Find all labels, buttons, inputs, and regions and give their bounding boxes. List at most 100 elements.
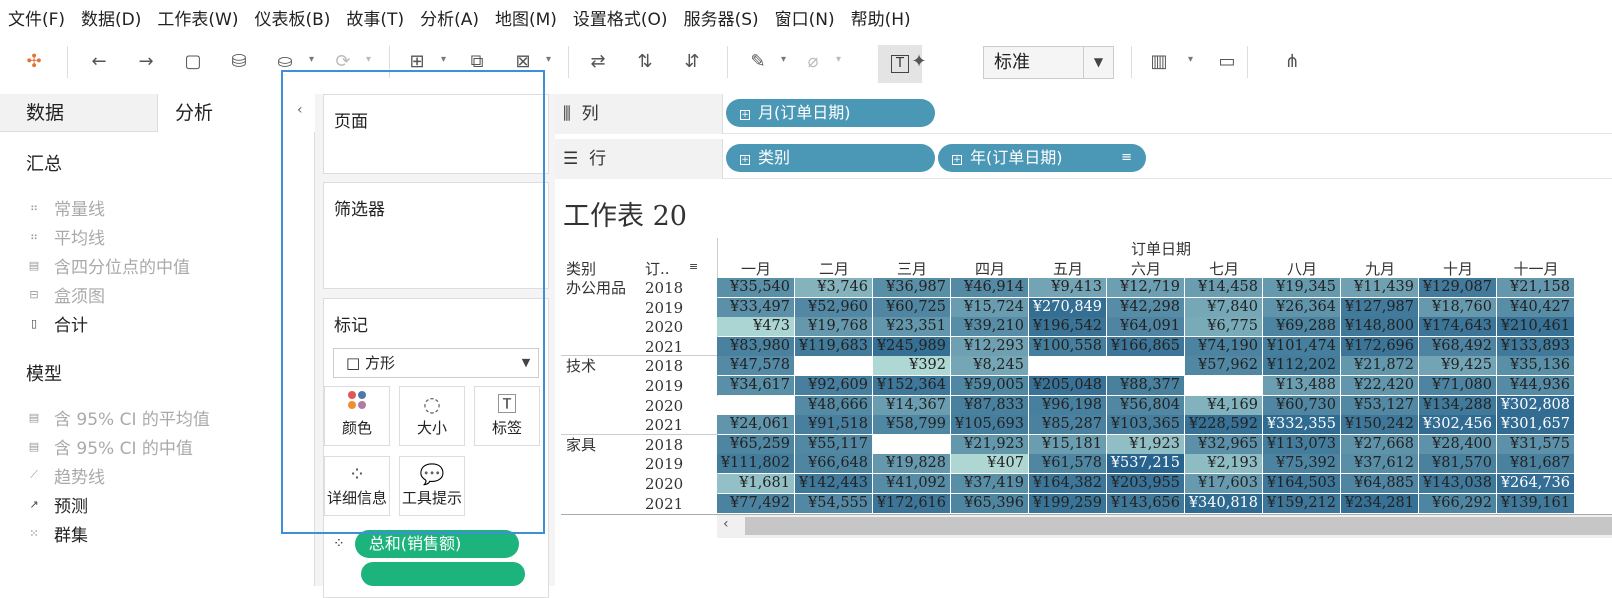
sort-icon[interactable]: ≡ [689, 260, 698, 273]
tab-analysis[interactable]: 分析 [157, 94, 315, 132]
heatmap-cell[interactable]: ¥19,768 [795, 317, 872, 337]
heatmap-cell[interactable]: ¥174,643 [1419, 317, 1496, 337]
heatmap-cell[interactable]: ¥35,136 [1497, 356, 1574, 376]
average-ci-item[interactable]: ▤ 含 95% CI 的平均值 [26, 405, 210, 430]
heatmap-cell[interactable]: ¥105,693 [951, 415, 1028, 435]
heatmap-cell[interactable]: ¥28,400 [1419, 434, 1496, 454]
detail-button[interactable]: ⁘ 详细信息 [324, 456, 390, 516]
label-button[interactable]: 🅃 标签 [474, 386, 540, 446]
heatmap-cell[interactable]: ¥203,955 [1107, 474, 1184, 493]
heatmap-cell[interactable]: ¥48,666 [795, 395, 872, 415]
month-order-date-pill[interactable]: + 月(订单日期) [726, 99, 935, 127]
duplicate-sheet-icon[interactable]: ⧉ [464, 48, 490, 74]
menu-worksheet[interactable]: 工作表(W) [157, 5, 238, 30]
heatmap-cell[interactable]: ¥1,681 [717, 474, 794, 493]
heatmap-cell[interactable]: ¥32,965 [1185, 434, 1262, 454]
heatmap-cell[interactable]: ¥1,923 [1107, 434, 1184, 454]
color-button[interactable]: 颜色 [324, 386, 390, 446]
heatmap-cell[interactable]: ¥19,345 [1263, 278, 1340, 297]
heatmap-cell[interactable]: ¥8,245 [951, 356, 1028, 376]
heatmap-cell[interactable]: ¥9,425 [1419, 356, 1496, 376]
heatmap-cell[interactable]: ¥112,202 [1263, 356, 1340, 376]
pages-card[interactable]: 页面 [323, 94, 549, 174]
rows-shelf[interactable]: ☰ 行 + 类别 + 年(订单日期) ≡ [555, 139, 1612, 179]
pin-axes-icon[interactable]: ✦ [906, 48, 932, 74]
heatmap-cell[interactable]: ¥234,281 [1341, 493, 1418, 513]
heatmap-cell[interactable] [795, 356, 872, 376]
heatmap-cell[interactable]: ¥66,648 [795, 454, 872, 474]
undo-icon[interactable]: ← [86, 48, 112, 74]
tableau-logo-icon[interactable]: ✣ [21, 48, 47, 74]
heatmap-cell[interactable]: ¥172,696 [1341, 336, 1418, 356]
heatmap-cell[interactable]: ¥134,288 [1419, 395, 1496, 415]
heatmap-cell[interactable]: ¥101,474 [1263, 336, 1340, 356]
heatmap-cell[interactable]: ¥60,730 [1263, 395, 1340, 415]
heatmap-cell[interactable]: ¥164,503 [1263, 474, 1340, 493]
heatmap-cell[interactable]: ¥159,212 [1263, 493, 1340, 513]
heatmap-cell[interactable]: ¥87,833 [951, 395, 1028, 415]
heatmap-cell[interactable]: ¥199,259 [1029, 493, 1106, 513]
heatmap-cell[interactable]: ¥228,592 [1185, 415, 1262, 435]
heatmap-cell[interactable]: ¥65,396 [951, 493, 1028, 513]
menu-file[interactable]: 文件(F) [8, 5, 65, 30]
median-quartiles-item[interactable]: ▤ 含四分位点的中值 [26, 253, 190, 278]
heatmap-cell[interactable]: ¥13,488 [1263, 376, 1340, 395]
heatmap-cell[interactable]: ¥142,443 [795, 474, 872, 493]
forecast-item[interactable]: ↗ 预测 [26, 492, 88, 517]
heatmap-cell[interactable]: ¥21,923 [951, 434, 1028, 454]
refresh-icon[interactable]: ⟳ [330, 48, 356, 74]
heatmap-cell[interactable]: ¥96,198 [1029, 395, 1106, 415]
menu-window[interactable]: 窗口(N) [775, 5, 835, 30]
heatmap-cell[interactable]: ¥23,351 [873, 317, 950, 337]
heatmap-cell[interactable]: ¥6,775 [1185, 317, 1262, 337]
heatmap-cell[interactable]: ¥26,364 [1263, 297, 1340, 317]
heatmap-cell[interactable]: ¥133,893 [1497, 336, 1574, 356]
sales-sum-pill[interactable]: 总和(销售额) [354, 530, 519, 558]
heatmap-cell[interactable]: ¥15,724 [951, 297, 1028, 317]
menu-format[interactable]: 设置格式(O) [573, 5, 668, 30]
heatmap-cell[interactable] [1029, 356, 1106, 376]
show-cards-dropdown-icon[interactable]: ▾ [1188, 54, 1193, 65]
heatmap-cell[interactable]: ¥14,367 [873, 395, 950, 415]
heatmap-cell[interactable]: ¥205,048 [1029, 376, 1106, 395]
heatmap-cell[interactable]: ¥77,492 [717, 493, 794, 513]
heatmap-cell[interactable]: ¥54,555 [795, 493, 872, 513]
heatmap-cell[interactable]: ¥127,987 [1341, 297, 1418, 317]
heatmap-cell[interactable]: ¥44,936 [1497, 376, 1574, 395]
heatmap-cell[interactable] [1107, 356, 1184, 376]
horizontal-scrollbar[interactable]: ‹ [717, 514, 1612, 538]
highlight-icon[interactable]: ✎ [745, 48, 771, 74]
group-dropdown-icon[interactable]: ▾ [836, 54, 841, 65]
heatmap-cell[interactable]: ¥66,292 [1419, 493, 1496, 513]
heatmap-cell[interactable]: ¥74,190 [1185, 336, 1262, 356]
heatmap-cell[interactable]: ¥166,865 [1107, 336, 1184, 356]
heatmap-cell[interactable]: ¥245,989 [873, 336, 950, 356]
clear-sheet-dropdown-icon[interactable]: ▾ [546, 54, 551, 65]
heatmap-cell[interactable]: ¥47,578 [717, 356, 794, 376]
heatmap-cell[interactable]: ¥60,725 [873, 297, 950, 317]
heatmap-cell[interactable]: ¥129,087 [1419, 278, 1496, 297]
heatmap-cell[interactable]: ¥88,377 [1107, 376, 1184, 395]
heatmap-cell[interactable]: ¥100,558 [1029, 336, 1106, 356]
heatmap-cell[interactable]: ¥27,668 [1341, 434, 1418, 454]
heatmap-cell[interactable]: ¥150,242 [1341, 415, 1418, 435]
heatmap-cell[interactable]: ¥2,193 [1185, 454, 1262, 474]
clear-sheet-icon[interactable]: ⊠ [510, 48, 536, 74]
heatmap-cell[interactable]: ¥111,802 [717, 454, 794, 474]
highlight-dropdown-icon[interactable]: ▾ [781, 54, 786, 65]
heatmap-cell[interactable]: ¥172,616 [873, 493, 950, 513]
heatmap-cell[interactable]: ¥92,609 [795, 376, 872, 395]
refresh-dropdown-icon[interactable]: ▾ [366, 54, 371, 65]
heatmap-cell[interactable]: ¥41,092 [873, 474, 950, 493]
heatmap-cell[interactable]: ¥46,914 [951, 278, 1028, 297]
expand-icon[interactable]: + [740, 155, 750, 165]
sort-descending-icon[interactable]: ⇵ [679, 48, 705, 74]
heatmap-cell[interactable]: ¥148,800 [1341, 317, 1418, 337]
chevron-down-icon[interactable]: ▼ [1083, 47, 1113, 78]
heatmap-cell[interactable]: ¥59,005 [951, 376, 1028, 395]
heatmap-cell[interactable]: ¥56,804 [1107, 395, 1184, 415]
heatmap-cell[interactable]: ¥139,161 [1497, 493, 1574, 513]
heatmap-cell[interactable]: ¥113,073 [1263, 434, 1340, 454]
heatmap-cell[interactable]: ¥152,364 [873, 376, 950, 395]
menu-help[interactable]: 帮助(H) [851, 5, 911, 30]
